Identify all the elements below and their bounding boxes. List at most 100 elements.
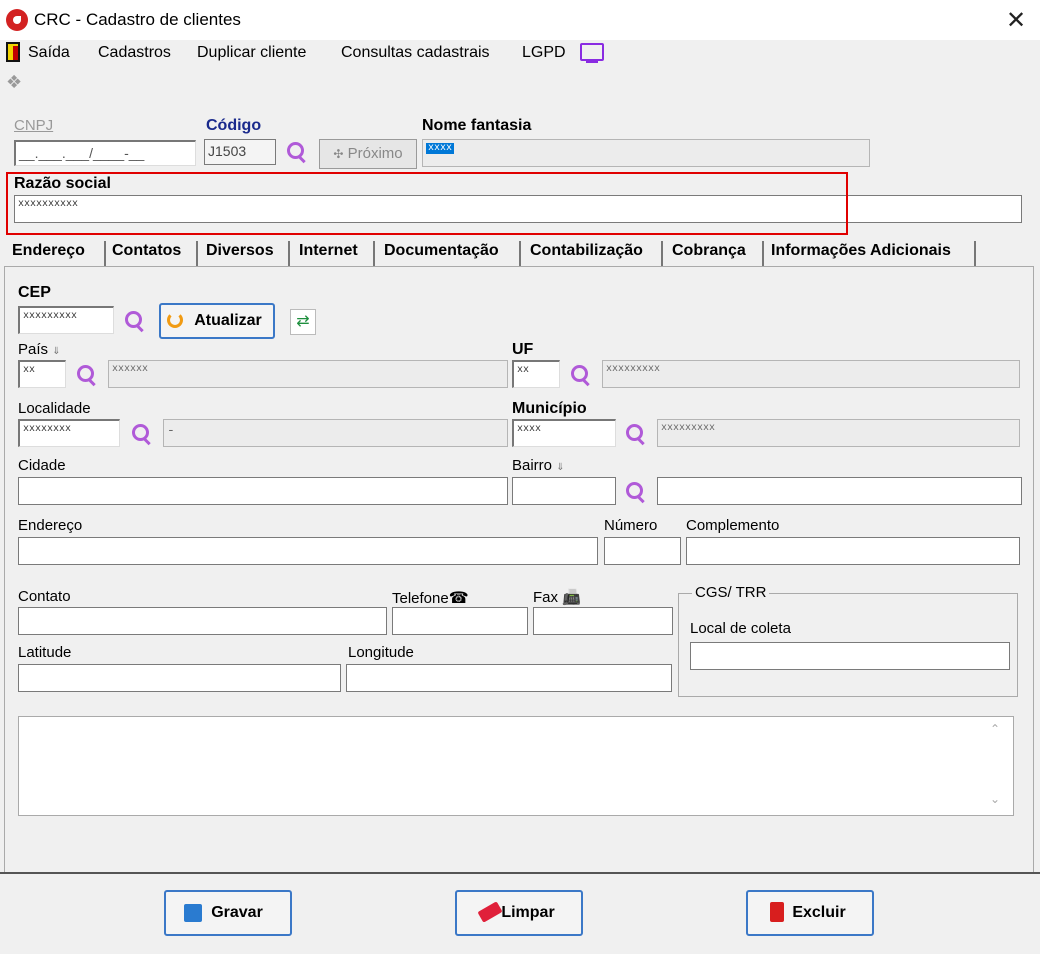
cidade-label: Cidade	[18, 457, 66, 474]
atualizar-button[interactable]: Atualizar	[159, 303, 275, 339]
bairro-input[interactable]	[512, 477, 616, 505]
excluir-button[interactable]: Excluir	[746, 890, 874, 936]
tab-diversos[interactable]: Diversos	[206, 242, 274, 260]
search-bairro-icon[interactable]	[624, 481, 646, 503]
numero-label: Número	[604, 517, 658, 534]
tab-separator	[104, 241, 106, 266]
bairro-description[interactable]	[657, 477, 1022, 505]
refresh-icon	[167, 312, 183, 328]
bairro-label-text: Bairro	[512, 457, 553, 474]
tab-endereco[interactable]: Endereço	[12, 242, 85, 260]
tab-documentacao[interactable]: Documentação	[384, 242, 499, 260]
app-logo-icon	[6, 9, 28, 31]
menu-duplicar-cliente[interactable]: Duplicar cliente	[197, 44, 306, 62]
limpar-button[interactable]: Limpar	[455, 890, 583, 936]
fax-label: Fax 📠	[533, 588, 581, 606]
cep-input[interactable]: xxxxxxxxx	[18, 306, 114, 334]
search-uf-icon[interactable]	[569, 364, 591, 386]
search-cep-icon[interactable]	[123, 310, 145, 332]
telefone-input[interactable]	[392, 607, 528, 635]
longitude-label: Longitude	[348, 644, 414, 661]
tab-separator	[762, 241, 764, 266]
nome-fantasia-input[interactable]: xxxx	[422, 139, 870, 167]
endereco-input[interactable]	[18, 537, 598, 565]
search-pais-icon[interactable]	[75, 364, 97, 386]
local-coleta-label: Local de coleta	[690, 620, 791, 637]
pais-input[interactable]: xx	[18, 360, 66, 388]
tab-contabilizacao[interactable]: Contabilização	[530, 242, 643, 260]
gravar-label: Gravar	[211, 904, 263, 921]
cnpj-label: CNPJ	[14, 117, 54, 134]
atualizar-label: Atualizar	[194, 312, 262, 329]
tab-cobranca[interactable]: Cobrança	[672, 242, 746, 260]
search-codigo-icon[interactable]	[285, 141, 307, 163]
contato-label: Contato	[18, 588, 71, 605]
proximo-label: Próximo	[347, 145, 403, 162]
plus-icon: ✣	[333, 147, 344, 161]
local-coleta-input[interactable]	[690, 642, 1010, 670]
municipio-label: Município	[512, 400, 587, 417]
scroll-up-arrow-icon[interactable]: ⌃	[990, 722, 1000, 736]
fax-input[interactable]	[533, 607, 673, 635]
floppy-disk-icon	[184, 904, 202, 922]
scroll-down-arrow-icon[interactable]: ⌄	[990, 792, 1000, 806]
cep-label: CEP	[18, 284, 51, 301]
latitude-label: Latitude	[18, 644, 72, 661]
excluir-label: Excluir	[792, 904, 846, 921]
tab-separator	[519, 241, 521, 266]
menu-lgpd[interactable]: LGPD	[522, 44, 566, 62]
localidade-label: Localidade	[18, 400, 91, 417]
codigo-label: Código	[206, 117, 262, 134]
localidade-description: -	[163, 419, 508, 447]
gravar-button[interactable]: Gravar	[164, 890, 292, 936]
down-arrow-icon: ⇓	[52, 346, 61, 357]
tab-internet[interactable]: Internet	[299, 242, 358, 260]
tab-contatos[interactable]: Contatos	[112, 242, 181, 260]
cgs-trr-group-title: CGS/ TRR	[692, 584, 770, 601]
telephone-icon: ☎	[448, 588, 469, 607]
down-arrow-icon: ⇓	[556, 462, 565, 473]
longitude-input[interactable]	[346, 664, 672, 692]
observacoes-memo[interactable]	[18, 716, 1014, 816]
cnpj-input[interactable]: __.___.___/____-__	[14, 140, 196, 166]
menu-consultas-cadastrais[interactable]: Consultas cadastrais	[341, 44, 490, 62]
endereco-label: Endereço	[18, 517, 83, 534]
tab-separator	[373, 241, 375, 266]
localidade-input[interactable]: xxxxxxxx	[18, 419, 120, 447]
limpar-label: Limpar	[501, 904, 555, 921]
uf-input[interactable]: xx	[512, 360, 560, 388]
codigo-input[interactable]: J1503	[204, 139, 276, 165]
highlight-box	[6, 172, 848, 235]
tab-informacoes-adicionais[interactable]: Informações Adicionais	[771, 242, 951, 260]
navigation-diamond-icon[interactable]: ❖	[6, 72, 26, 93]
close-icon[interactable]: ✕	[996, 4, 1036, 36]
pais-label-text: País	[18, 341, 49, 358]
telefone-label-text: Telefone	[392, 590, 449, 607]
exit-door-icon[interactable]	[6, 42, 20, 62]
telefone-label: Telefone☎	[392, 588, 469, 607]
pais-description: xxxxxx	[108, 360, 508, 388]
proximo-button[interactable]: ✣ Próximo	[319, 139, 417, 169]
menu-saida[interactable]: Saída	[28, 44, 70, 62]
tab-separator	[661, 241, 663, 266]
document-exchange-icon[interactable]: ⇄	[290, 309, 316, 335]
bairro-label: Bairro ⇓	[512, 457, 565, 474]
monitor-icon[interactable]	[580, 43, 604, 63]
municipio-input[interactable]: xxxx	[512, 419, 616, 447]
uf-description: xxxxxxxxx	[602, 360, 1020, 388]
contato-input[interactable]	[18, 607, 387, 635]
search-municipio-icon[interactable]	[624, 423, 646, 445]
cidade-input[interactable]	[18, 477, 508, 505]
menu-cadastros[interactable]: Cadastros	[98, 44, 171, 62]
municipio-description: xxxxxxxxx	[657, 419, 1020, 447]
latitude-input[interactable]	[18, 664, 341, 692]
numero-input[interactable]	[604, 537, 681, 565]
nome-fantasia-selection: xxxx	[426, 143, 455, 154]
fax-label-text: Fax	[533, 589, 559, 606]
uf-label: UF	[512, 341, 534, 358]
complemento-label: Complemento	[686, 517, 780, 534]
window-title: CRC - Cadastro de clientes	[34, 10, 241, 29]
tab-separator	[196, 241, 198, 266]
complemento-input[interactable]	[686, 537, 1020, 565]
search-localidade-icon[interactable]	[130, 423, 152, 445]
